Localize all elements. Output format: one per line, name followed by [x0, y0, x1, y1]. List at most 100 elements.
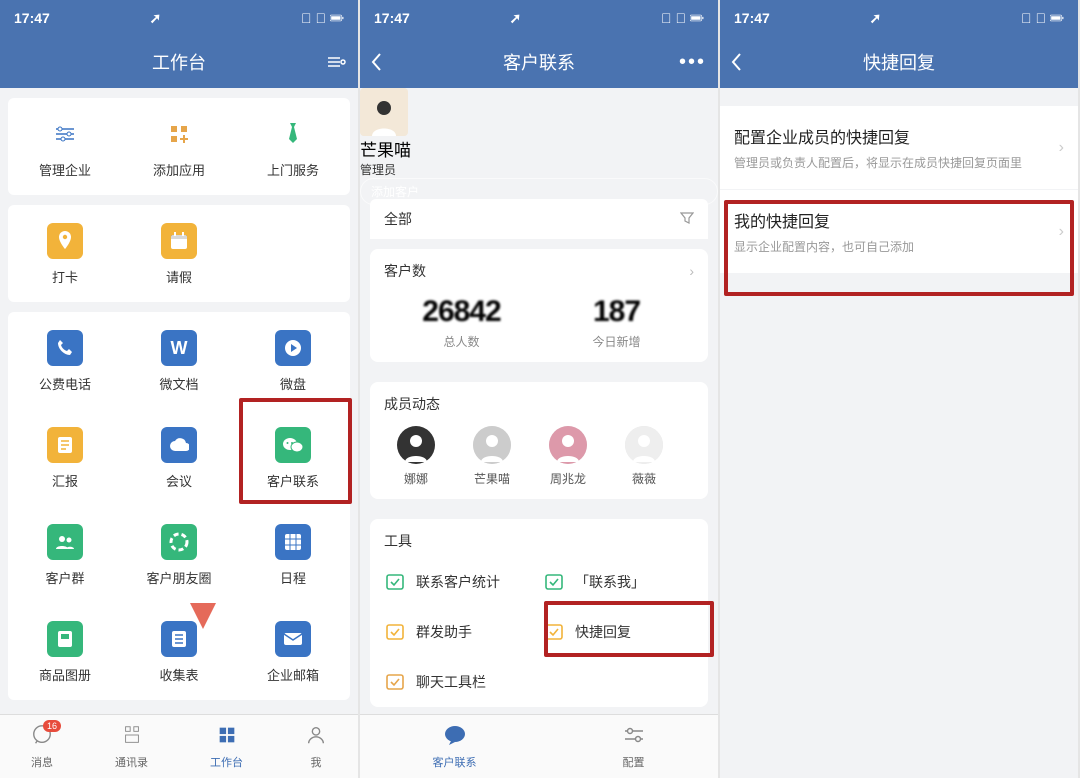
funnel-icon[interactable] — [680, 211, 694, 228]
tool-联系客户统计[interactable]: 联系客户统计 — [384, 557, 535, 607]
tile-会议[interactable]: 会议 — [122, 409, 236, 506]
settings-row[interactable]: 配置企业成员的快捷回复管理员或负责人配置后，将显示在成员快捷回复页面里› — [720, 106, 1078, 189]
tool-icon — [543, 621, 565, 643]
tile-客户群[interactable]: 客户群 — [8, 506, 122, 603]
status-icons: 􀙇 􀙈 — [661, 10, 704, 26]
status-time-arrow: ➚ — [150, 10, 162, 27]
tile-label: 客户联系 — [267, 471, 319, 490]
profile-name: 芒果喵 — [360, 136, 718, 161]
member-name: 娜娜 — [384, 470, 448, 487]
filter-bar[interactable]: 全部 — [370, 199, 708, 239]
status-bar: 17:47 ➚ 􀙇 􀙈 — [360, 0, 718, 36]
back-button[interactable] — [370, 52, 382, 72]
nav-workbench[interactable]: 工作台 — [210, 724, 243, 770]
today-label: 今日新增 — [539, 333, 694, 350]
tile-微盘[interactable]: 微盘 — [236, 312, 350, 409]
screen-workbench: 17:47 ➚ 􀙇 􀙈 工作台 管理企业添加应用上门服务打卡 请假公费电话W微文档… — [0, 0, 358, 778]
signal-icon: 􀙇 — [301, 10, 312, 26]
chat-bubble-icon — [443, 724, 467, 752]
nav-label: 消息 — [31, 754, 53, 770]
battery-icon — [1050, 12, 1064, 24]
app-grid: 管理企业添加应用上门服务打卡 请假公费电话W微文档微盘汇报 会议 客户联系客户群客户朋… — [0, 88, 358, 710]
avatar — [625, 426, 663, 464]
tile-label: 打卡 — [52, 267, 78, 286]
chevron-right-icon: › — [689, 263, 694, 279]
tool-「联系我」[interactable]: 「联系我」 — [543, 557, 694, 607]
tile-请假[interactable]: 请假 — [122, 205, 236, 302]
tool-label: 快捷回复 — [575, 622, 631, 642]
tile-日程[interactable]: 日程 — [236, 506, 350, 603]
wifi-icon: 􀙈 — [315, 10, 326, 26]
grid-icon — [275, 524, 311, 560]
member-item[interactable]: 周兆龙 — [536, 426, 600, 487]
tool-群发助手[interactable]: 群发助手 — [384, 607, 535, 657]
tool-聊天工具栏[interactable]: 聊天工具栏 — [384, 657, 535, 707]
status-bar: 17:47 ➚ 􀙇 􀙈 — [0, 0, 358, 36]
more-icon[interactable]: ••• — [679, 51, 706, 74]
contacts-icon — [121, 724, 143, 752]
member-item[interactable]: 芒果喵 — [460, 426, 524, 487]
avatar[interactable] — [360, 88, 408, 136]
card-title: 客户数 — [384, 261, 426, 281]
tool-label: 「联系我」 — [575, 572, 645, 592]
tile-收集表[interactable]: 收集表 — [122, 603, 236, 700]
avatar — [473, 426, 511, 464]
chevron-right-icon: › — [1059, 139, 1064, 157]
tie-icon — [275, 116, 311, 152]
avatar — [397, 426, 435, 464]
status-time: 17:47 — [374, 10, 410, 26]
group-icon — [47, 524, 83, 560]
nav-config[interactable]: 配置 — [622, 724, 646, 770]
tile-管理企业[interactable]: 管理企业 — [8, 98, 122, 195]
grid-icon — [216, 724, 238, 752]
sliders-icon — [47, 116, 83, 152]
tile-微文档[interactable]: W微文档 — [122, 312, 236, 409]
customer-count-card[interactable]: 客户数 › 26842 总人数 187 今日新增 — [370, 249, 708, 362]
nav-label: 客户联系 — [433, 754, 477, 770]
row-title: 我的快捷回复 — [734, 208, 1059, 232]
member-name: 薇薇 — [612, 470, 676, 487]
settings-icon[interactable] — [326, 52, 346, 72]
tile-商品图册[interactable]: 商品图册 — [8, 603, 122, 700]
total-count: 26842 — [384, 295, 539, 329]
nav-messages[interactable]: 16 消息 — [31, 724, 53, 770]
tile-客户朋友圈[interactable]: 客户朋友圈 — [122, 506, 236, 603]
member-item[interactable]: 娜娜 — [384, 426, 448, 487]
back-button[interactable] — [730, 52, 742, 72]
tile-打卡[interactable]: 打卡 — [8, 205, 122, 302]
member-item[interactable]: 薇薇 — [612, 426, 676, 487]
mail-icon — [275, 621, 311, 657]
signal-icon: 􀙇 — [661, 10, 672, 26]
status-icons: 􀙇 􀙈 — [1021, 10, 1064, 26]
nav-label: 工作台 — [210, 754, 243, 770]
tile-label: 汇报 — [52, 471, 78, 490]
tile-label: 会议 — [166, 471, 192, 490]
signal-icon: 􀙇 — [1021, 10, 1032, 26]
tile-客户联系[interactable]: 客户联系 — [236, 409, 350, 506]
card-title: 成员动态 — [384, 394, 440, 414]
member-activity-card: 成员动态 娜娜芒果喵周兆龙薇薇 — [370, 382, 708, 499]
header: 快捷回复 — [720, 36, 1078, 88]
plus-grid-icon — [161, 116, 197, 152]
person-icon — [305, 724, 327, 752]
tile-公费电话[interactable]: 公费电话 — [8, 312, 122, 409]
nav-me[interactable]: 我 — [305, 724, 327, 770]
tile-label: 日程 — [280, 568, 306, 587]
header: 工作台 — [0, 36, 358, 88]
nav-label: 通讯录 — [115, 754, 148, 770]
nav-customer-contact[interactable]: 客户联系 — [433, 724, 477, 770]
nav-contacts[interactable]: 通讯录 — [115, 724, 148, 770]
tile-上门服务[interactable]: 上门服务 — [236, 98, 350, 195]
page-title: 工作台 — [152, 49, 206, 75]
tile-汇报[interactable]: 汇报 — [8, 409, 122, 506]
settings-row[interactable]: 我的快捷回复显示企业配置内容，也可自己添加› — [720, 190, 1078, 273]
bottom-nav: 客户联系 配置 — [360, 714, 718, 778]
tool-快捷回复[interactable]: 快捷回复 — [543, 607, 694, 657]
tile-添加应用[interactable]: 添加应用 — [122, 98, 236, 195]
tool-icon — [543, 571, 565, 593]
header: 客户联系 ••• — [360, 36, 718, 88]
nav-label: 配置 — [623, 754, 645, 770]
screen-customer-contact: 17:47 ➚ 􀙇 􀙈 客户联系 ••• 芒果喵 管理员 添加客户 全部 客 — [360, 0, 718, 778]
tile-企业邮箱[interactable]: 企业邮箱 — [236, 603, 350, 700]
phone-icon — [47, 330, 83, 366]
